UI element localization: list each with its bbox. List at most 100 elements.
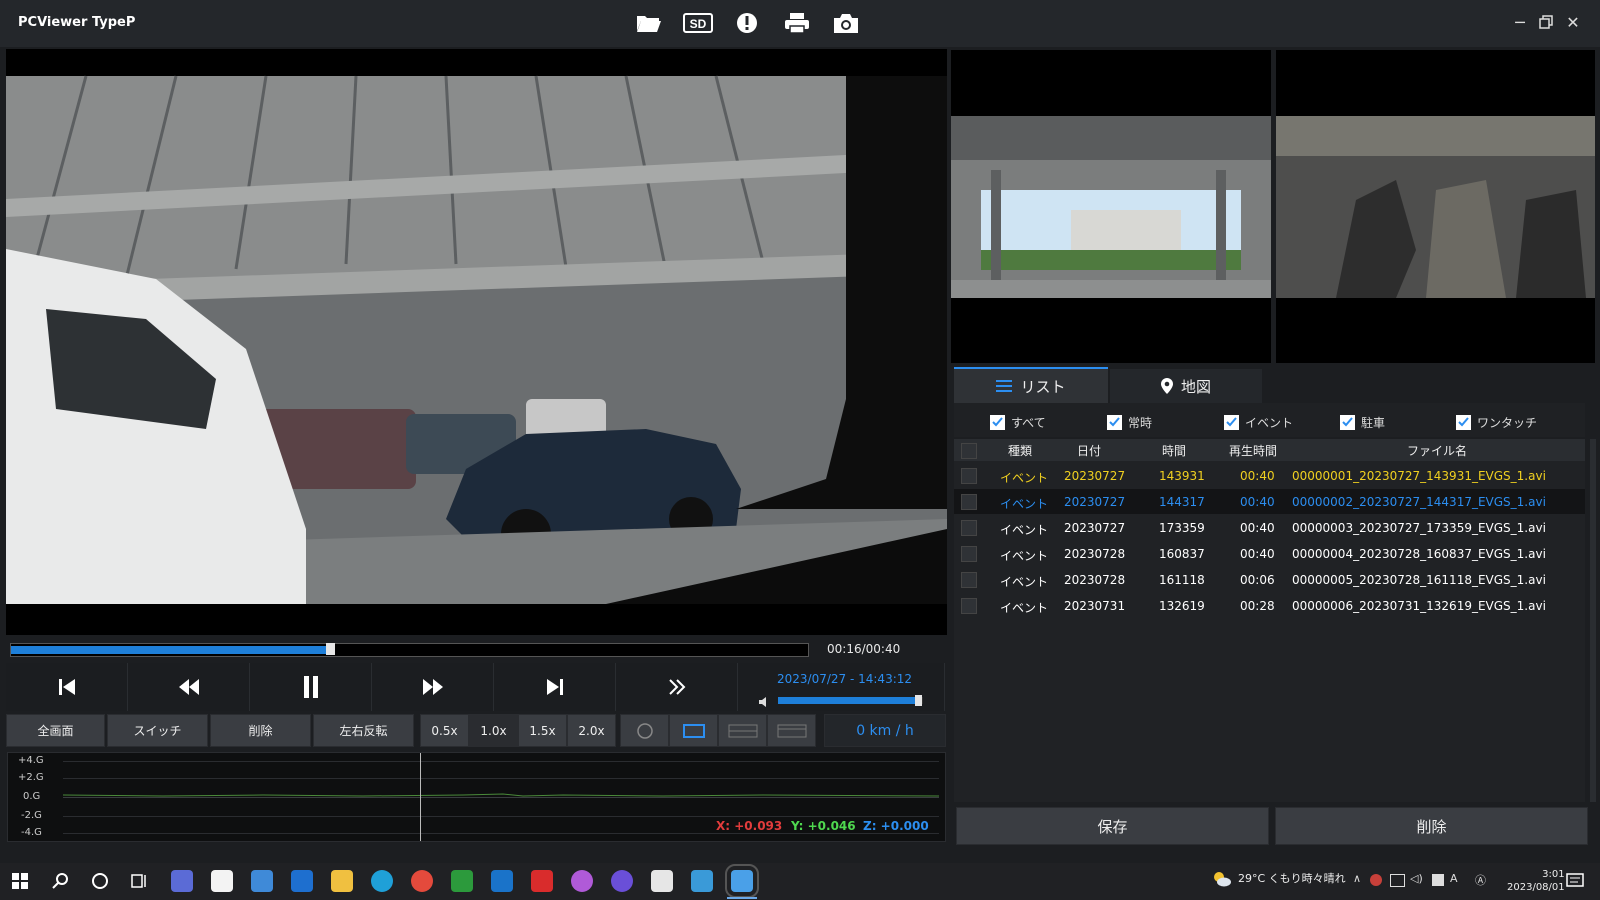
filter-event[interactable]: イベント <box>1224 412 1293 432</box>
next-file-button[interactable] <box>616 663 738 711</box>
speaker-icon[interactable] <box>758 693 770 712</box>
cell-duration: 00:40 <box>1240 521 1275 535</box>
list-scrollbar[interactable] <box>1590 439 1596 802</box>
seek-bar-handle[interactable] <box>325 643 335 655</box>
fast-forward-button[interactable] <box>372 663 494 711</box>
speed-1.0x-button[interactable]: 1.0x <box>469 714 518 747</box>
row-checkbox[interactable] <box>961 494 977 510</box>
single-view-layout-button[interactable] <box>620 714 669 747</box>
column-header-date[interactable]: 日付 <box>1077 442 1101 459</box>
row-checkbox[interactable] <box>961 572 977 588</box>
app-icon[interactable] <box>651 870 673 892</box>
task-view-icon[interactable] <box>131 872 149 894</box>
ime-icon[interactable]: A <box>1450 872 1458 885</box>
pcviewer-taskbar-icon[interactable] <box>725 864 759 898</box>
checkbox-checked-icon[interactable] <box>1456 414 1471 430</box>
checkbox-checked-icon[interactable] <box>990 414 1005 430</box>
g-sensor-graph[interactable]: +4.G +2.G 0.G -2.G -4.G X: +0.093 Y: +0.… <box>7 752 946 842</box>
switch-button[interactable]: スイッチ <box>107 714 208 747</box>
vehicle-speed: 0 km / h <box>824 714 946 747</box>
alert-icon[interactable] <box>732 10 762 36</box>
print-icon[interactable] <box>782 10 812 36</box>
weather-icon[interactable] <box>1212 871 1232 891</box>
table-row[interactable]: イベント 20230727 144317 00:40 00000002_20230727… <box>954 489 1585 514</box>
weather-text[interactable]: 29°C くもり時々晴れ <box>1238 870 1346 886</box>
pause-button[interactable] <box>250 663 372 711</box>
filter-continuous[interactable]: 常時 <box>1107 412 1152 432</box>
chrome-icon[interactable] <box>411 870 433 892</box>
minimize-button[interactable]: ─ <box>1509 11 1531 33</box>
delete-video-button[interactable]: 削除 <box>210 714 311 747</box>
skip-to-end-button[interactable] <box>494 663 616 711</box>
calculator-icon[interactable] <box>251 870 273 892</box>
row-checkbox[interactable] <box>961 468 977 484</box>
cortana-icon[interactable] <box>91 872 109 894</box>
main-video[interactable] <box>6 49 947 635</box>
folder-open-icon[interactable] <box>634 10 664 36</box>
filter-all[interactable]: すべて <box>990 412 1046 432</box>
volume-icon[interactable]: ◁) <box>1410 872 1423 885</box>
network-icon[interactable] <box>1390 874 1405 887</box>
front-camera-view[interactable] <box>951 50 1271 363</box>
checkbox-checked-icon[interactable] <box>1224 414 1239 430</box>
restore-button[interactable] <box>1535 11 1557 33</box>
file-explorer-icon[interactable] <box>331 870 353 892</box>
edge-icon[interactable] <box>371 870 393 892</box>
select-all-checkbox[interactable] <box>961 443 977 459</box>
checkbox-checked-icon[interactable] <box>1340 414 1355 430</box>
volume-slider[interactable] <box>778 695 923 706</box>
clock[interactable]: 3:01 2023/08/01 <box>1507 868 1565 894</box>
speed-1.5x-button[interactable]: 1.5x <box>518 714 567 747</box>
camera-icon[interactable] <box>831 10 861 36</box>
tray-app-icon[interactable] <box>1370 874 1382 886</box>
rewind-button[interactable] <box>128 663 250 711</box>
save-button[interactable]: 保存 <box>956 807 1269 845</box>
outlook-icon[interactable] <box>491 870 513 892</box>
app-icon[interactable] <box>531 870 553 892</box>
app-icon[interactable] <box>451 870 473 892</box>
windows-start-icon[interactable] <box>12 873 28 893</box>
tab-map[interactable]: 地図 <box>1110 369 1262 403</box>
notifications-icon[interactable] <box>1566 873 1584 893</box>
split-view-layout-button[interactable] <box>718 714 767 747</box>
close-button[interactable]: ✕ <box>1562 11 1584 33</box>
table-row[interactable]: イベント 20230727 143931 00:40 00000001_20230727… <box>954 463 1585 488</box>
column-header-time[interactable]: 時間 <box>1162 442 1186 459</box>
app-icon[interactable] <box>691 870 713 892</box>
table-row[interactable]: イベント 20230731 132619 00:28 00000006_20230731… <box>954 593 1585 618</box>
skip-to-start-button[interactable] <box>6 663 128 711</box>
delete-button[interactable]: 削除 <box>1275 807 1588 845</box>
tray-chevron-icon[interactable]: ∧ <box>1353 872 1361 885</box>
app-icon[interactable] <box>571 870 593 892</box>
table-row[interactable]: イベント 20230728 161118 00:06 00000005_20230728… <box>954 567 1585 592</box>
sd-card-icon[interactable]: SD <box>683 10 713 36</box>
column-header-duration[interactable]: 再生時間 <box>1229 442 1277 459</box>
filter-parking[interactable]: 駐車 <box>1340 412 1385 432</box>
volume-slider-handle[interactable] <box>914 695 922 706</box>
fullscreen-button[interactable]: 全画面 <box>6 714 105 747</box>
teams-icon[interactable] <box>171 870 193 892</box>
app-icon[interactable] <box>291 870 313 892</box>
triple-view-layout-button[interactable] <box>767 714 816 747</box>
media-player-icon[interactable] <box>611 870 633 892</box>
interior-camera-view[interactable] <box>1276 50 1595 363</box>
row-checkbox[interactable] <box>961 520 977 536</box>
row-checkbox[interactable] <box>961 598 977 614</box>
filter-one-touch[interactable]: ワンタッチ <box>1456 412 1537 432</box>
table-row[interactable]: イベント 20230728 160837 00:40 00000004_20230728… <box>954 541 1585 566</box>
tray-icon[interactable]: Ⓐ <box>1475 872 1486 888</box>
column-header-type[interactable]: 種類 <box>1008 442 1032 459</box>
tab-list[interactable]: リスト <box>954 369 1108 403</box>
table-row[interactable]: イベント 20230727 173359 00:40 00000003_20230727… <box>954 515 1585 540</box>
checkbox-checked-icon[interactable] <box>1107 414 1122 430</box>
speed-2.0x-button[interactable]: 2.0x <box>567 714 616 747</box>
column-header-filename[interactable]: ファイル名 <box>1407 442 1467 459</box>
row-checkbox[interactable] <box>961 546 977 562</box>
search-icon[interactable] <box>52 872 70 894</box>
store-icon[interactable] <box>211 870 233 892</box>
seek-bar[interactable] <box>10 643 809 657</box>
tray-app-icon[interactable] <box>1432 874 1444 886</box>
mirror-button[interactable]: 左右反転 <box>313 714 414 747</box>
speed-0.5x-button[interactable]: 0.5x <box>420 714 469 747</box>
wide-view-layout-button[interactable] <box>669 714 718 747</box>
